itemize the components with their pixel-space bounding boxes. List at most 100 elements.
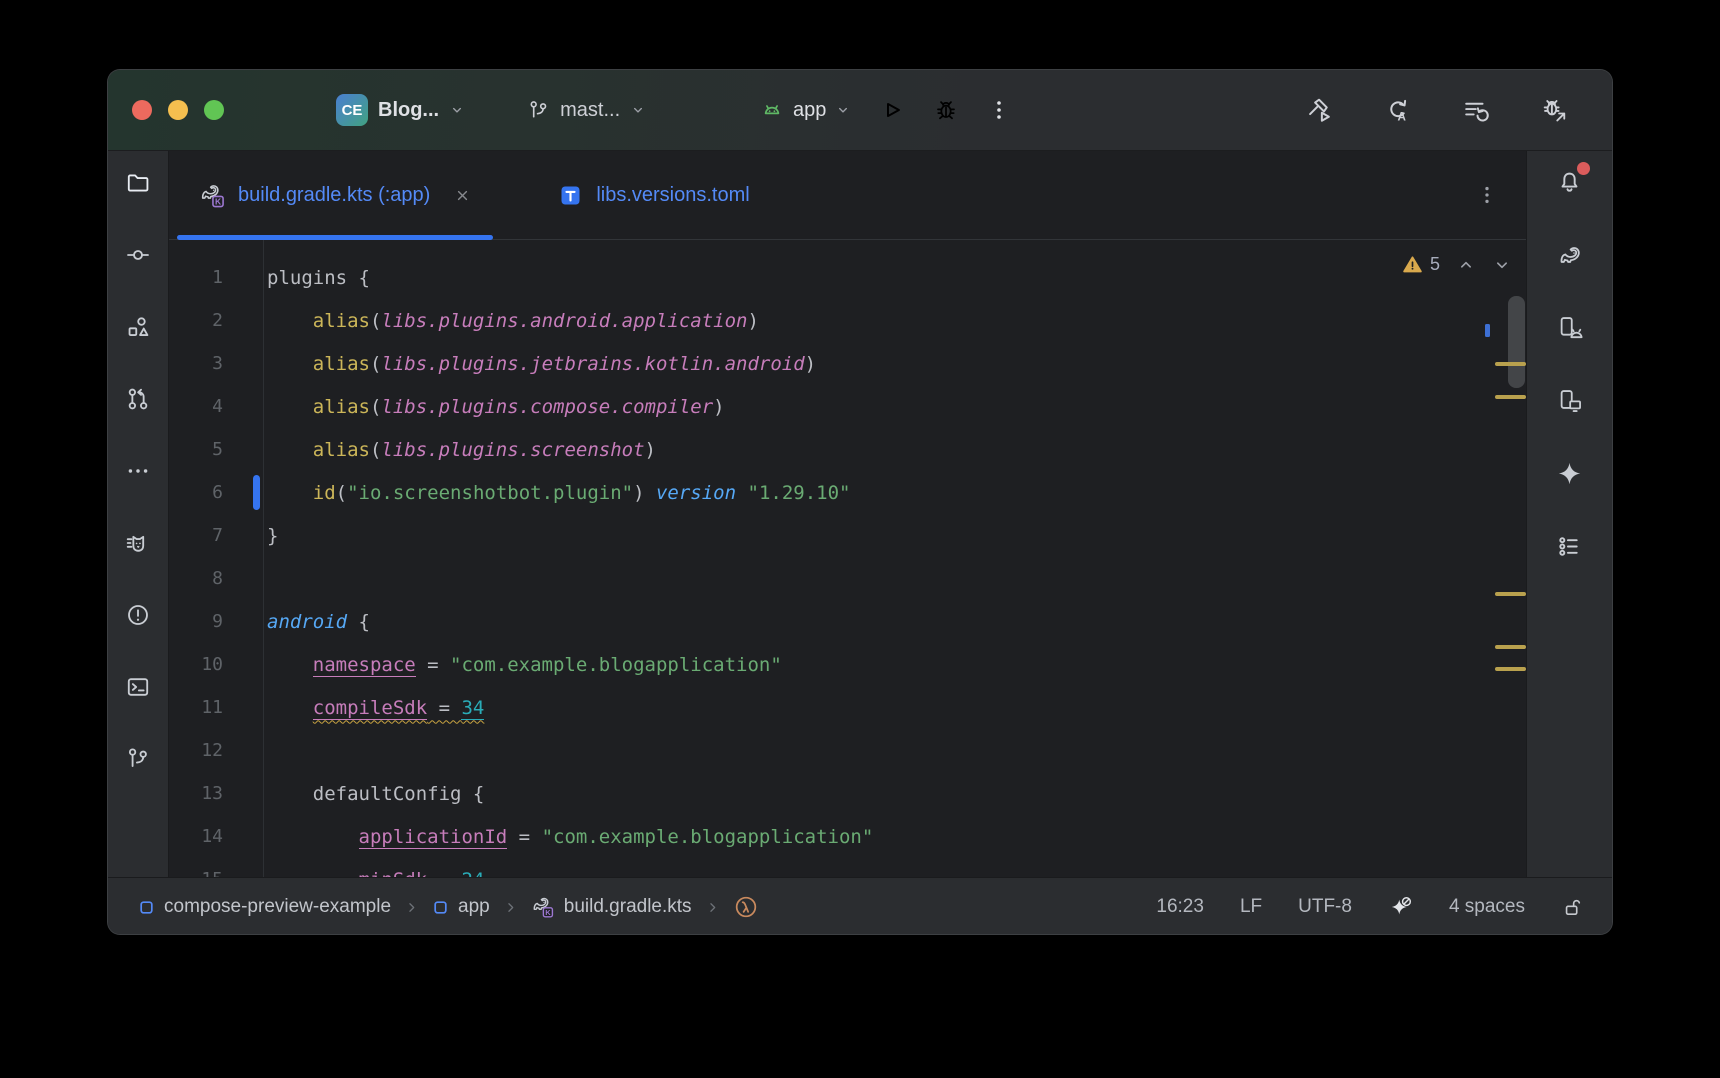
code-text: }: [267, 525, 278, 547]
tab-options-button[interactable]: [1476, 184, 1498, 206]
attach-debugger-button[interactable]: [1540, 96, 1568, 124]
project-widget[interactable]: CE Blog...: [336, 94, 465, 126]
code-line[interactable]: 8: [169, 557, 1526, 600]
chevron-down-icon: [835, 102, 851, 118]
title-bar-actions: [1306, 70, 1568, 150]
close-window-button[interactable]: [132, 100, 152, 120]
more-run-actions-button[interactable]: [987, 98, 1011, 122]
ai-assistant-status-button[interactable]: [1388, 895, 1413, 920]
code-line[interactable]: 5 alias(libs.plugins.screenshot): [169, 428, 1526, 471]
code-line[interactable]: 13 defaultConfig {: [169, 772, 1526, 815]
tool-git-button[interactable]: [120, 741, 156, 777]
line-number: 15: [169, 869, 223, 877]
code-line[interactable]: 10 namespace = "com.example.blogapplicat…: [169, 643, 1526, 686]
line-number: 12: [169, 740, 223, 761]
line-number: 10: [169, 654, 223, 675]
editor-tab[interactable]: build.gradle.kts (:app): [177, 151, 493, 239]
tool-commit-button[interactable]: [120, 237, 156, 273]
code-line[interactable]: 1plugins {: [169, 256, 1526, 299]
tab-label: build.gradle.kts (:app): [238, 184, 430, 207]
left-tool-window-bar: [108, 151, 169, 877]
code-line[interactable]: 3 alias(libs.plugins.jetbrains.kotlin.an…: [169, 342, 1526, 385]
tool-bell-button[interactable]: [1552, 163, 1588, 199]
vcs-branch-widget[interactable]: mast...: [527, 99, 646, 122]
tool-problems-button[interactable]: [120, 597, 156, 633]
close-tab-button[interactable]: [454, 187, 471, 204]
run-configuration-name: app: [793, 99, 826, 122]
scrollbar-warning-mark[interactable]: [1495, 592, 1526, 596]
tool-list-button[interactable]: [1552, 528, 1588, 564]
tool-ai-button[interactable]: [1552, 455, 1588, 491]
status-widgets: 16:23 LF UTF-8 4 spaces: [1156, 895, 1584, 920]
tool-more-button[interactable]: [120, 453, 156, 489]
code-line[interactable]: 12: [169, 729, 1526, 772]
editor-tab[interactable]: libs.versions.toml: [535, 151, 771, 239]
file-lock-button[interactable]: [1561, 896, 1584, 919]
indent-widget[interactable]: 4 spaces: [1449, 896, 1525, 918]
line-number: 13: [169, 783, 223, 804]
scrollbar-thumb[interactable]: [1508, 296, 1525, 388]
code-line[interactable]: 6 id("io.screenshotbot.plugin") version …: [169, 471, 1526, 514]
scrollbar-warning-mark[interactable]: [1495, 645, 1526, 649]
encoding-widget[interactable]: UTF-8: [1298, 896, 1352, 918]
run-configuration-selector[interactable]: app: [760, 98, 851, 122]
minimize-window-button[interactable]: [168, 100, 188, 120]
line-number: 1: [169, 267, 223, 288]
code-line[interactable]: 14 applicationId = "com.example.blogappl…: [169, 815, 1526, 858]
line-separator-widget[interactable]: LF: [1240, 896, 1262, 918]
scrollbar-warning-mark[interactable]: [1495, 667, 1526, 671]
tool-vcs-update-button[interactable]: [120, 381, 156, 417]
next-problem-button[interactable]: [1492, 255, 1512, 275]
line-number: 9: [169, 611, 223, 632]
tool-gradle-button[interactable]: [1552, 236, 1588, 272]
tool-folder-button[interactable]: [120, 165, 156, 201]
previous-problem-button[interactable]: [1456, 255, 1476, 275]
breadcrumb-item[interactable]: build.gradle.kts: [531, 895, 692, 919]
code-text: id("io.screenshotbot.plugin") version "1…: [267, 482, 850, 504]
tool-running-devices-button[interactable]: [1552, 382, 1588, 418]
code-line[interactable]: 15 minSdk = 24: [169, 858, 1526, 877]
tool-device-manager-button[interactable]: [1552, 309, 1588, 345]
breadcrumb-label: compose-preview-example: [164, 896, 391, 918]
kebab-menu-icon: [1476, 184, 1498, 206]
code-line[interactable]: 2 alias(libs.plugins.android.application…: [169, 299, 1526, 342]
line-number: 3: [169, 353, 223, 374]
warning-count-chip[interactable]: 5: [1402, 254, 1440, 275]
code-editor[interactable]: 5 1plugins {2 alias(libs.plugins.android…: [169, 240, 1526, 877]
code-line[interactable]: 7}: [169, 514, 1526, 557]
running-devices-icon: [1556, 387, 1583, 414]
breadcrumb-item[interactable]: app: [432, 896, 490, 918]
scrollbar-change-mark[interactable]: [1485, 324, 1490, 337]
breadcrumb-item[interactable]: compose-preview-example: [138, 896, 391, 918]
code-text: alias(libs.plugins.android.application): [267, 310, 759, 332]
tool-terminal-button[interactable]: [120, 669, 156, 705]
editor-pane: build.gradle.kts (:app) libs.versions.tom…: [169, 151, 1526, 877]
code-text: minSdk = 24: [267, 869, 484, 878]
list-icon: [1556, 533, 1583, 560]
cursor-position-widget[interactable]: 16:23: [1156, 896, 1204, 918]
close-icon: [454, 187, 471, 204]
gradle-sync-button[interactable]: [1462, 96, 1490, 124]
code-lines: 1plugins {2 alias(libs.plugins.android.a…: [169, 240, 1526, 877]
run-button[interactable]: [879, 97, 905, 123]
debug-button[interactable]: [933, 97, 959, 123]
more-icon: [125, 458, 151, 484]
module-icon: [138, 899, 155, 916]
code-line[interactable]: 9android {: [169, 600, 1526, 643]
breadcrumb-separator: [404, 900, 419, 915]
project-badge: CE: [336, 94, 368, 126]
tool-structure-button[interactable]: [120, 309, 156, 345]
scrollbar-warning-mark[interactable]: [1495, 395, 1526, 399]
kotlin-lambda-widget[interactable]: [733, 894, 759, 920]
apply-changes-button[interactable]: [1384, 96, 1412, 124]
main-area: build.gradle.kts (:app) libs.versions.tom…: [108, 151, 1612, 877]
line-number: 8: [169, 568, 223, 589]
commit-icon: [125, 242, 151, 268]
code-line[interactable]: 4 alias(libs.plugins.compose.compiler): [169, 385, 1526, 428]
tool-logcat-button[interactable]: [120, 525, 156, 561]
build-button[interactable]: [1306, 96, 1334, 124]
scrollbar-warning-mark[interactable]: [1495, 362, 1526, 366]
chevron-down-icon: [449, 102, 465, 118]
zoom-window-button[interactable]: [204, 100, 224, 120]
code-line[interactable]: 11 compileSdk = 34: [169, 686, 1526, 729]
